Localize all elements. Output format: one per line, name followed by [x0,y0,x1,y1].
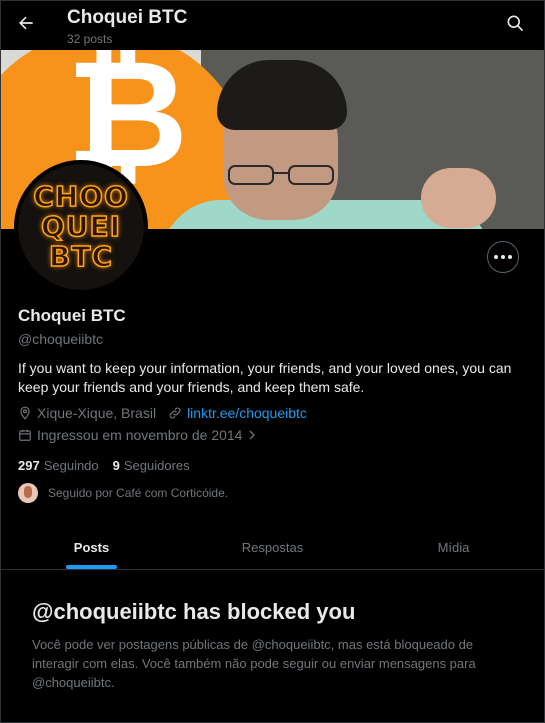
avatar-text-line: CHOO [32,180,129,213]
joined-date: Ingressou em novembro de 2014 [37,427,243,443]
search-icon [505,13,525,38]
tab-label: Mídia [437,539,470,555]
follower-avatar [18,483,38,503]
search-button[interactable] [502,12,528,38]
active-tab-indicator [66,565,117,569]
profile-link[interactable]: linktr.ee/choqueibtc [187,405,307,421]
followed-by-row[interactable]: Seguido por Café com Corticóide. [18,483,228,503]
profile-name: Choquei BTC [18,306,126,325]
following-label: Seguindo [43,458,99,473]
followers-label: Seguidores [123,458,190,473]
blocked-title: @choqueiibtc has blocked you [32,599,356,624]
blocked-description: Você pode ver postagens públicas de @cho… [32,637,476,690]
joined-row: Ingressou em novembro de 2014 [18,427,263,443]
header-title-block: Choquei BTC 32 posts [67,7,187,46]
followed-by-text: Seguido por Café com Corticóide. [48,486,229,500]
back-button[interactable] [11,10,41,40]
follow-stats: 297 Seguindo 9 Seguidores [18,458,190,473]
posts-count: 32 posts [67,32,113,46]
glasses [228,165,334,185]
tab-label: Posts [73,539,110,555]
link-icon [168,406,182,420]
top-bar: Choquei BTC 32 posts [1,1,544,50]
tab-posts[interactable]: Posts [1,525,182,569]
profile-location: Xique-Xique, Brasil [37,405,157,421]
following-count: 297 [18,458,40,473]
chevron-right-icon[interactable] [246,429,258,441]
profile-handle: @choqueiibtc [18,331,104,347]
following-link[interactable]: 297 Seguindo [18,458,99,473]
profile-page: Choquei BTC 32 posts ₿ CHOO QUEI BTC Cho… [0,0,545,723]
followers-link[interactable]: 9 Seguidores [113,458,190,473]
more-icon [494,255,512,259]
profile-bio: If you want to keep your information, yo… [18,360,512,395]
arrow-left-icon [16,13,36,38]
avatar-text-line: BTC [48,240,113,273]
tab-label: Respostas [241,539,304,555]
avatar-text-line: QUEI [40,210,122,243]
profile-tabs: Posts Respostas Mídia [1,525,544,570]
tab-replies[interactable]: Respostas [182,525,363,569]
avatar[interactable]: CHOO QUEI BTC [14,160,148,294]
page-title: Choquei BTC [67,7,188,28]
profile-meta-row: Xique-Xique, Brasil linktr.ee/choqueibtc [18,405,307,421]
followers-count: 9 [112,458,120,473]
calendar-icon [18,428,32,442]
location-icon [18,406,32,420]
banner-hand [421,168,496,228]
more-options-button[interactable] [487,241,519,273]
tab-media[interactable]: Mídia [363,525,544,569]
